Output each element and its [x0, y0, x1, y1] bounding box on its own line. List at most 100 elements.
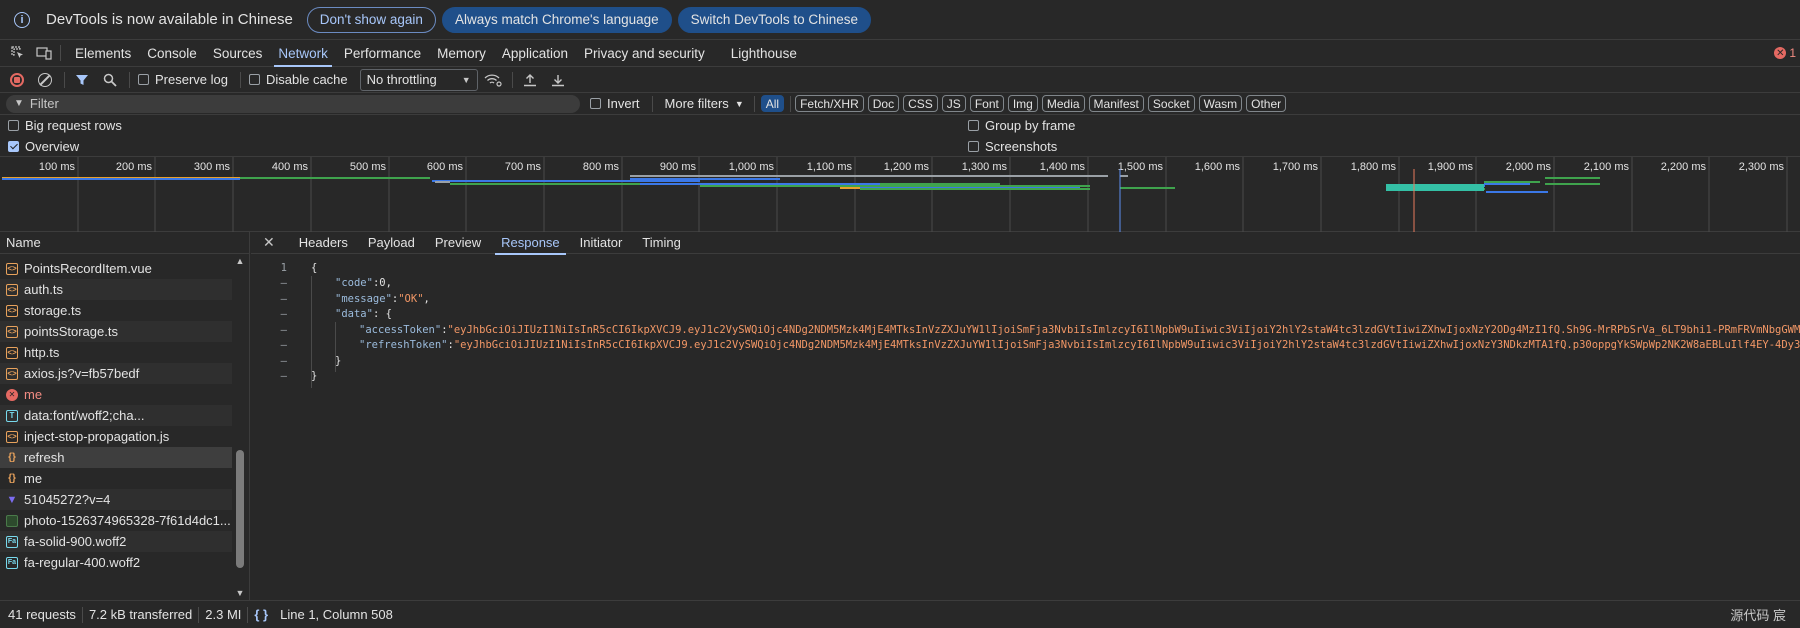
- group-by-frame-checkbox[interactable]: Group by frame: [968, 115, 1075, 136]
- type-filter-fetch-xhr[interactable]: Fetch/XHR: [795, 95, 864, 112]
- checkbox-box[interactable]: [138, 74, 149, 85]
- request-row[interactable]: {} refresh: [0, 447, 232, 468]
- more-filters-label: More filters: [664, 96, 729, 111]
- tab-headers[interactable]: Headers: [289, 232, 358, 254]
- tabs-divider: [60, 45, 61, 61]
- tab-timing[interactable]: Timing: [632, 232, 691, 254]
- timeline-request-bar: [1120, 187, 1175, 189]
- checkbox-box[interactable]: [8, 141, 19, 152]
- timeline-request-bar: [2, 178, 240, 180]
- filter-toggle-button[interactable]: [73, 71, 91, 89]
- tab-elements[interactable]: Elements: [67, 40, 139, 67]
- tab-console[interactable]: Console: [139, 40, 205, 67]
- network-conditions-button[interactable]: [484, 71, 502, 89]
- status-right-text: 源代码 宸: [1730, 608, 1786, 623]
- inspect-element-icon[interactable]: [10, 46, 26, 60]
- request-row[interactable]: {} me: [0, 468, 232, 489]
- request-row[interactable]: <> auth.ts: [0, 279, 232, 300]
- timeline-request-bar: [1484, 181, 1540, 183]
- request-row[interactable]: <> inject-stop-propagation.js: [0, 426, 232, 447]
- more-filters-dropdown[interactable]: More filters ▼: [665, 96, 744, 111]
- type-filter-media[interactable]: Media: [1041, 95, 1085, 112]
- request-row[interactable]: photo-1526374965328-7f61d4dc1...: [0, 510, 232, 531]
- request-row[interactable]: Fa fa-solid-900.woff2: [0, 531, 232, 552]
- type-filter-other[interactable]: Other: [1246, 95, 1287, 112]
- scroll-down-arrow[interactable]: ▼: [233, 586, 247, 600]
- tab-sources[interactable]: Sources: [205, 40, 271, 67]
- record-stop-button[interactable]: [8, 71, 26, 89]
- switch-to-chinese-button[interactable]: Switch DevTools to Chinese: [677, 6, 871, 33]
- tab-network[interactable]: Network: [270, 40, 336, 67]
- tab-payload[interactable]: Payload: [358, 232, 425, 254]
- type-filter-socket[interactable]: Socket: [1147, 95, 1195, 112]
- import-har-button[interactable]: [521, 71, 539, 89]
- error-icon: ✕: [1774, 47, 1787, 59]
- request-name: fa-regular-400.woff2: [24, 555, 141, 570]
- details-tabs: ✕ Headers Payload Preview Response Initi…: [251, 232, 1800, 255]
- request-row[interactable]: <> PointsRecordItem.vue: [0, 258, 232, 279]
- request-name: axios.js?v=fb57bedf: [24, 366, 140, 381]
- invert-checkbox[interactable]: Invert: [590, 96, 640, 111]
- device-toolbar-icon[interactable]: [36, 46, 52, 60]
- type-filter-font[interactable]: Font: [969, 95, 1004, 112]
- overview-chart: 100 ms 200 ms 300 ms 400 ms 500 ms 600 ms 700 …: [2, 157, 1788, 232]
- request-row[interactable]: <> axios.js?v=fb57bedf: [0, 363, 232, 384]
- request-name: me: [24, 471, 43, 486]
- screenshots-checkbox[interactable]: Screenshots: [968, 136, 1075, 157]
- filter-input[interactable]: ▼ Filter: [6, 94, 580, 113]
- request-row[interactable]: Tdata:font/woff2;cha...: [0, 405, 232, 426]
- request-list-scrollbar[interactable]: ▲ ▼: [233, 254, 247, 600]
- overview-checkbox[interactable]: Overview: [8, 136, 122, 157]
- request-row[interactable]: ▼ 51045272?v=4: [0, 489, 232, 510]
- info-icon: i: [14, 11, 30, 28]
- network-overview-timeline[interactable]: 100 ms 200 ms 300 ms 400 ms 500 ms 600 ms 700 …: [0, 157, 1800, 232]
- name-column-header[interactable]: Name: [0, 232, 249, 254]
- dont-show-again-button[interactable]: Don't show again: [306, 6, 436, 33]
- preserve-log-checkbox[interactable]: Preserve log: [138, 72, 228, 87]
- always-match-language-button[interactable]: Always match Chrome's language: [441, 6, 672, 33]
- tab-performance[interactable]: Performance: [336, 40, 429, 67]
- clear-button[interactable]: [36, 71, 54, 89]
- tab-preview[interactable]: Preview: [425, 232, 491, 254]
- request-row[interactable]: <> pointsStorage.ts: [0, 321, 232, 342]
- doc-file-icon: T: [6, 409, 18, 422]
- wifi-settings-icon: [484, 73, 502, 87]
- search-button[interactable]: [101, 71, 119, 89]
- checkbox-box[interactable]: [590, 98, 601, 109]
- type-filter-doc[interactable]: Doc: [867, 95, 900, 112]
- request-row[interactable]: <> http.ts: [0, 342, 232, 363]
- tab-lighthouse[interactable]: Lighthouse: [723, 40, 805, 67]
- type-filter-css[interactable]: CSS: [903, 95, 938, 112]
- tab-initiator[interactable]: Initiator: [570, 232, 633, 254]
- checkbox-box[interactable]: [968, 141, 979, 152]
- network-toolbar: Preserve log Disable cache No throttling…: [0, 67, 1800, 93]
- type-filter-js[interactable]: JS: [941, 95, 966, 112]
- code-line: – "refreshToken": "eyJhbGciOiJIUzI1NiIsIn…: [251, 338, 1800, 354]
- checkbox-box[interactable]: [968, 120, 979, 131]
- tab-response[interactable]: Response: [491, 232, 570, 255]
- checkbox-box[interactable]: [8, 120, 19, 131]
- disable-cache-checkbox[interactable]: Disable cache: [248, 72, 348, 87]
- big-request-rows-checkbox[interactable]: Big request rows: [8, 115, 122, 136]
- response-viewer[interactable]: 1{ – "code": 0, – "message": "OK", – "data"…: [251, 254, 1800, 388]
- tab-application[interactable]: Application: [494, 40, 576, 67]
- checkbox-box[interactable]: [248, 74, 260, 85]
- pretty-print-icon[interactable]: { }: [248, 607, 274, 622]
- type-filter-manifest[interactable]: Manifest: [1088, 95, 1144, 112]
- error-counter[interactable]: ✕ 1: [1774, 46, 1796, 60]
- throttling-select[interactable]: No throttling ▼: [359, 68, 478, 91]
- timeline-request-bar: [240, 177, 430, 179]
- request-row[interactable]: <> storage.ts: [0, 300, 232, 321]
- line-number: –: [280, 339, 287, 352]
- scroll-thumb[interactable]: [236, 450, 244, 568]
- tab-privacy-security[interactable]: Privacy and security: [576, 40, 713, 67]
- type-filter-img[interactable]: Img: [1007, 95, 1038, 112]
- type-filter-wasm[interactable]: Wasm: [1198, 95, 1243, 112]
- type-filter-all[interactable]: All: [760, 95, 785, 112]
- scroll-up-arrow[interactable]: ▲: [233, 254, 247, 268]
- tab-memory[interactable]: Memory: [429, 40, 494, 67]
- request-row[interactable]: ✕ me: [0, 384, 232, 405]
- request-row[interactable]: Fa fa-regular-400.woff2: [0, 552, 232, 573]
- export-har-button[interactable]: [549, 71, 567, 89]
- close-icon[interactable]: ✕: [263, 234, 275, 251]
